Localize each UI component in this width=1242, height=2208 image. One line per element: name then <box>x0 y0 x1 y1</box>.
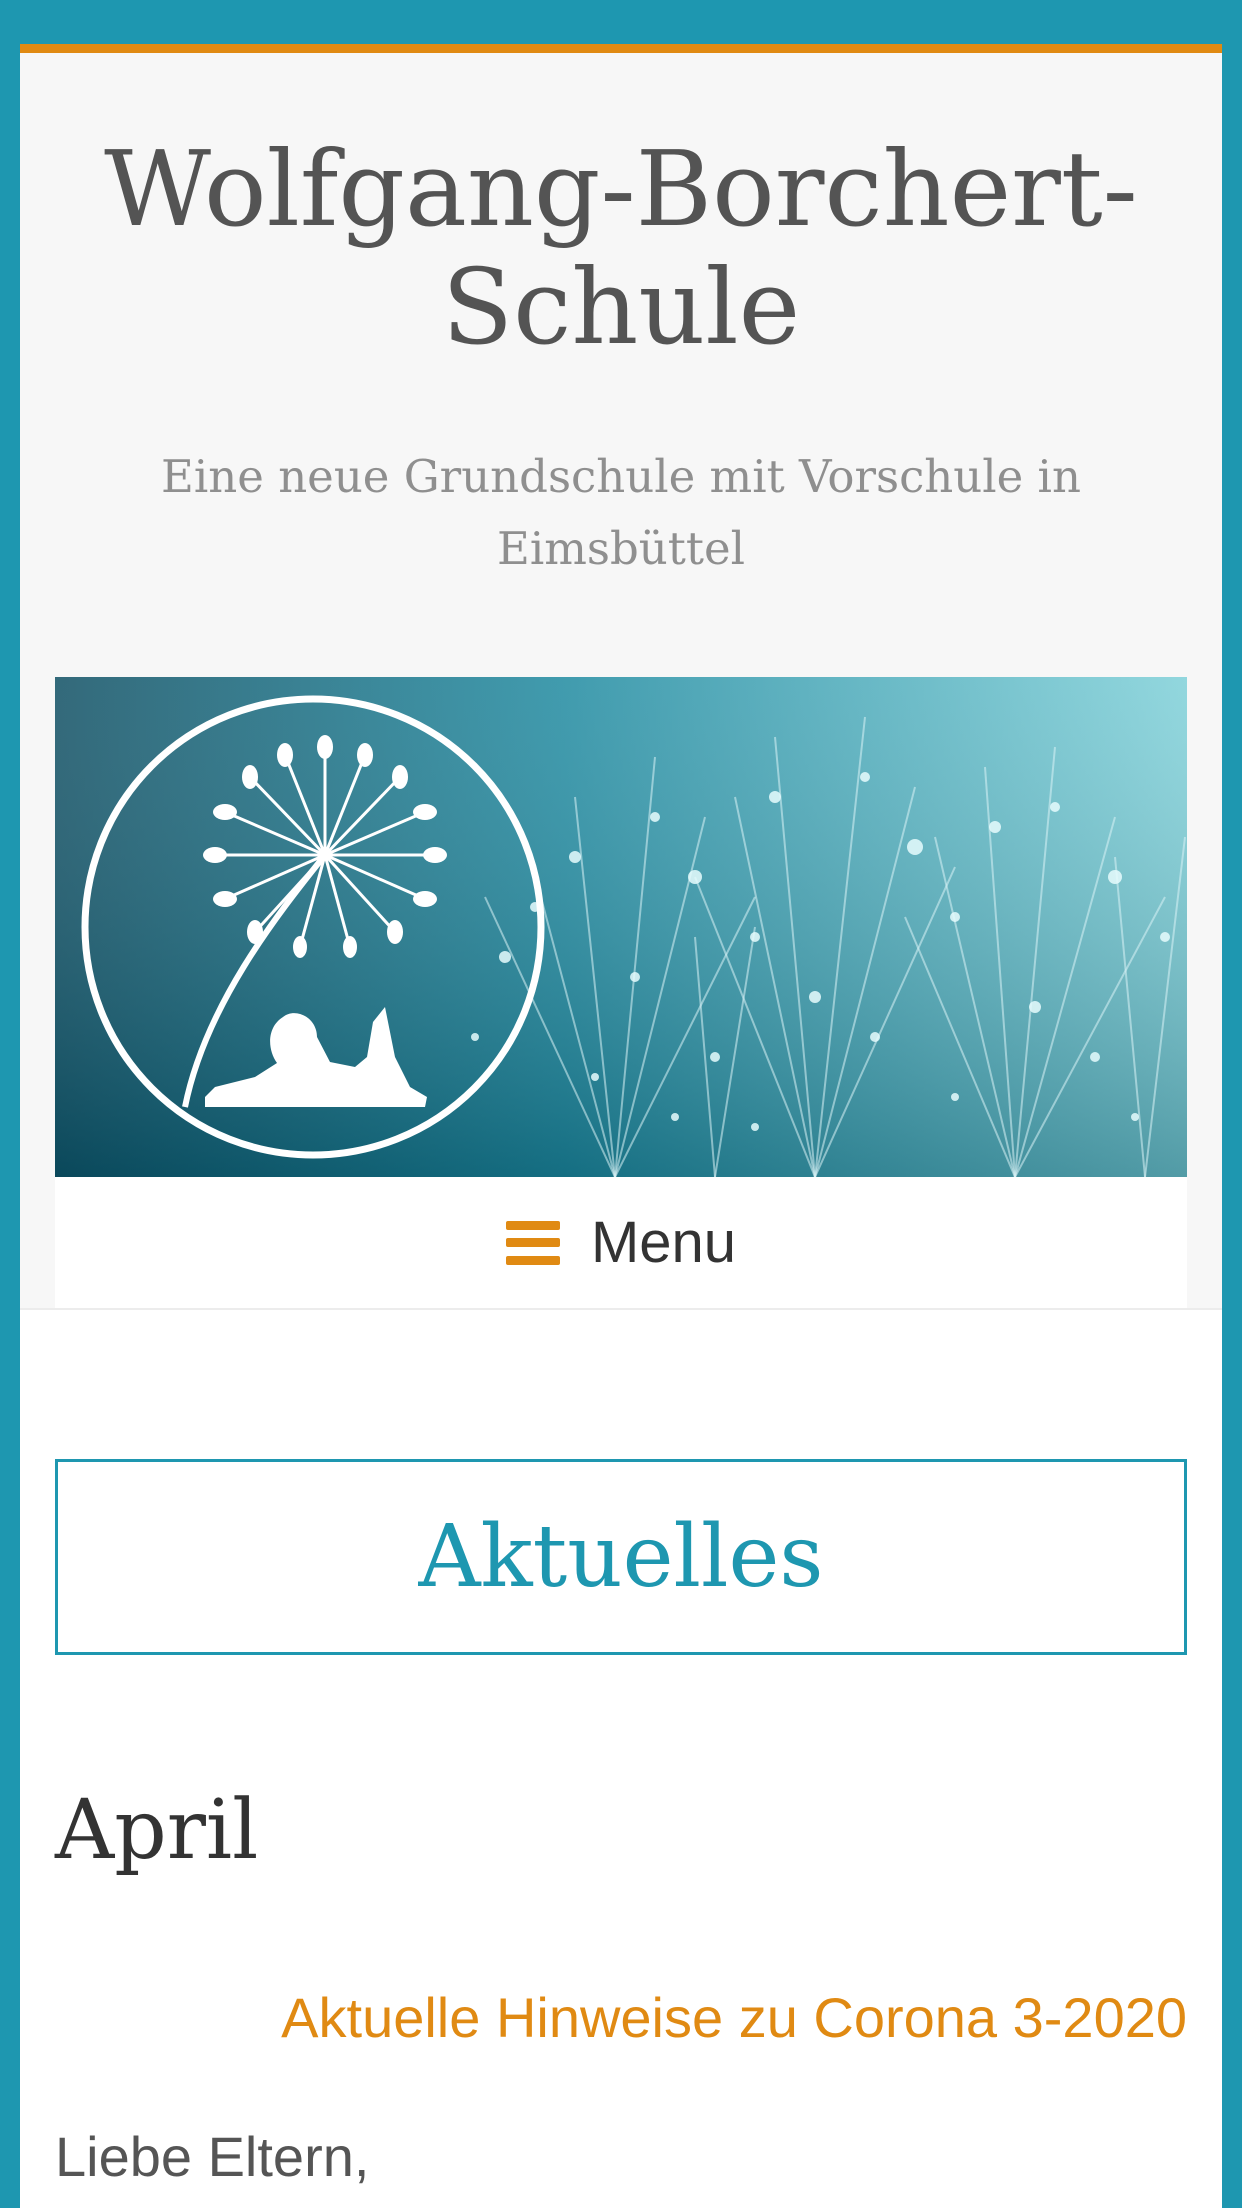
hamburger-icon <box>505 1220 560 1265</box>
section-title: Aktuelles <box>418 1507 824 1607</box>
month-heading: April <box>55 1783 259 1878</box>
header-banner-image[interactable] <box>55 677 1187 1177</box>
section-heading-box: Aktuelles <box>55 1459 1187 1655</box>
menu-toggle-button[interactable]: Menu <box>55 1177 1187 1308</box>
menu-label: Menu <box>590 1210 737 1275</box>
greeting-text: Liebe Eltern, <box>55 2125 370 2188</box>
site-header: Wolfgang-Borchert-Schule Eine neue Grund… <box>20 53 1222 1310</box>
site-description: Eine neue Grundschule mit Vorschule in E… <box>161 450 1081 575</box>
post-link-corona[interactable]: Aktuelle Hinweise zu Corona 3-2020 <box>281 1985 1187 2050</box>
site-title[interactable]: Wolfgang-Borchert-Schule <box>20 130 1222 366</box>
page-container: Wolfgang-Borchert-Schule Eine neue Grund… <box>20 44 1222 2208</box>
